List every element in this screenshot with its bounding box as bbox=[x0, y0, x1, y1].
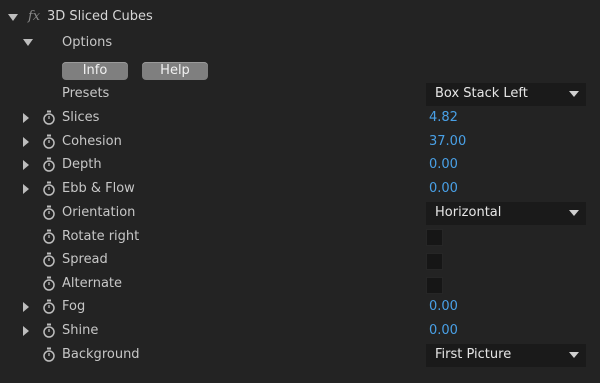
info-button[interactable]: Info bbox=[62, 62, 128, 80]
presets-dropdown-value: Box Stack Left bbox=[435, 86, 528, 101]
stopwatch-icon[interactable] bbox=[42, 347, 56, 363]
chevron-down-icon bbox=[569, 91, 579, 97]
options-label: Options bbox=[62, 35, 113, 50]
expand-triangle-icon[interactable] bbox=[23, 302, 29, 312]
expand-triangle-icon[interactable] bbox=[23, 137, 29, 147]
property-label: Fog bbox=[62, 299, 86, 314]
stopwatch-icon[interactable] bbox=[42, 323, 56, 339]
property-value-ebb-flow[interactable]: 0.00 bbox=[429, 181, 458, 196]
property-row-depth: Depth 0.00 bbox=[0, 154, 600, 177]
fx-icon[interactable]: fx bbox=[28, 9, 40, 24]
spread-checkbox[interactable] bbox=[426, 253, 443, 270]
property-value-depth[interactable]: 0.00 bbox=[429, 157, 458, 172]
property-row-spread: Spread bbox=[0, 249, 600, 272]
property-value-cohesion[interactable]: 37.00 bbox=[429, 134, 466, 149]
property-row-cohesion: Cohesion 37.00 bbox=[0, 131, 600, 154]
expand-triangle-icon[interactable] bbox=[23, 326, 29, 336]
orientation-dropdown[interactable]: Horizontal bbox=[426, 202, 586, 225]
presets-dropdown[interactable]: Box Stack Left bbox=[426, 83, 586, 106]
expand-triangle-icon[interactable] bbox=[23, 184, 29, 194]
property-value-slices[interactable]: 4.82 bbox=[429, 110, 458, 125]
property-row-ebb-flow: Ebb & Flow 0.00 bbox=[0, 178, 600, 201]
chevron-down-icon bbox=[569, 210, 579, 216]
property-row-fog: Fog 0.00 bbox=[0, 296, 600, 319]
background-dropdown[interactable]: First Picture bbox=[426, 344, 586, 367]
property-label: Background bbox=[62, 347, 140, 362]
effect-header: fx 3D Sliced Cubes bbox=[0, 6, 600, 29]
property-label: Shine bbox=[62, 323, 99, 338]
property-row-slices: Slices 4.82 bbox=[0, 107, 600, 130]
effect-collapse-triangle-icon[interactable] bbox=[8, 14, 18, 21]
property-row-alternate: Alternate bbox=[0, 273, 600, 296]
property-label: Ebb & Flow bbox=[62, 181, 135, 196]
stopwatch-icon[interactable] bbox=[42, 252, 56, 268]
alternate-checkbox[interactable] bbox=[426, 277, 443, 294]
expand-triangle-icon[interactable] bbox=[23, 113, 29, 123]
presets-label: Presets bbox=[62, 86, 110, 101]
orientation-dropdown-value: Horizontal bbox=[435, 205, 502, 220]
background-dropdown-value: First Picture bbox=[435, 347, 512, 362]
options-group: Options bbox=[0, 32, 600, 55]
chevron-down-icon bbox=[569, 352, 579, 358]
property-label: Spread bbox=[62, 252, 108, 267]
stopwatch-icon[interactable] bbox=[42, 110, 56, 126]
stopwatch-icon[interactable] bbox=[42, 181, 56, 197]
expand-triangle-icon[interactable] bbox=[23, 160, 29, 170]
property-label: Cohesion bbox=[62, 134, 122, 149]
property-label: Slices bbox=[62, 110, 100, 125]
stopwatch-icon[interactable] bbox=[42, 299, 56, 315]
property-label: Alternate bbox=[62, 276, 123, 291]
stopwatch-icon[interactable] bbox=[42, 276, 56, 292]
property-label: Rotate right bbox=[62, 229, 140, 244]
options-collapse-triangle-icon[interactable] bbox=[23, 39, 33, 46]
property-row-shine: Shine 0.00 bbox=[0, 320, 600, 343]
property-value-fog[interactable]: 0.00 bbox=[429, 299, 458, 314]
stopwatch-icon[interactable] bbox=[42, 205, 56, 221]
rotate-right-checkbox[interactable] bbox=[426, 229, 443, 246]
property-value-shine[interactable]: 0.00 bbox=[429, 323, 458, 338]
property-label: Orientation bbox=[62, 205, 136, 220]
stopwatch-icon[interactable] bbox=[42, 157, 56, 173]
property-row-rotate-right: Rotate right bbox=[0, 226, 600, 249]
help-button[interactable]: Help bbox=[142, 62, 208, 80]
stopwatch-icon[interactable] bbox=[42, 134, 56, 150]
property-label: Depth bbox=[62, 157, 102, 172]
effect-title[interactable]: 3D Sliced Cubes bbox=[47, 9, 153, 24]
stopwatch-icon[interactable] bbox=[42, 229, 56, 245]
